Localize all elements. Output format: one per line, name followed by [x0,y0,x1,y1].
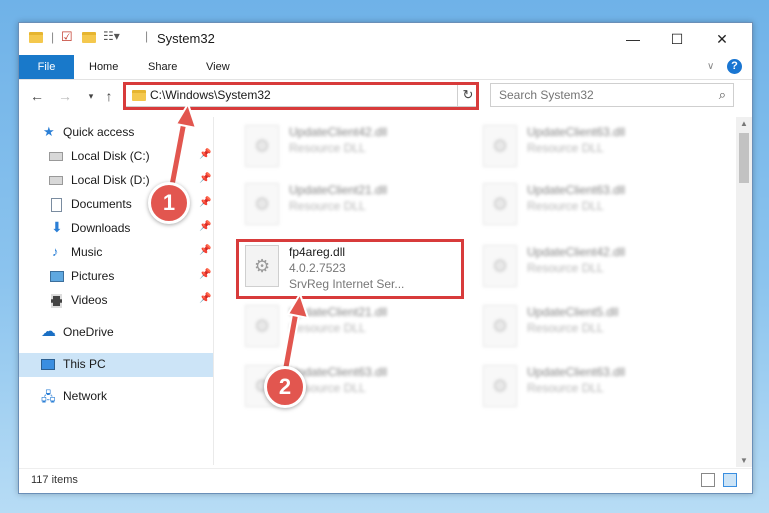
annotation-arrows [165,101,310,383]
step-2-callout: 2 [264,366,306,408]
step-1-callout: 1 [148,182,190,224]
arrow-1-head [174,101,198,130]
arrow-2-head [286,291,310,320]
